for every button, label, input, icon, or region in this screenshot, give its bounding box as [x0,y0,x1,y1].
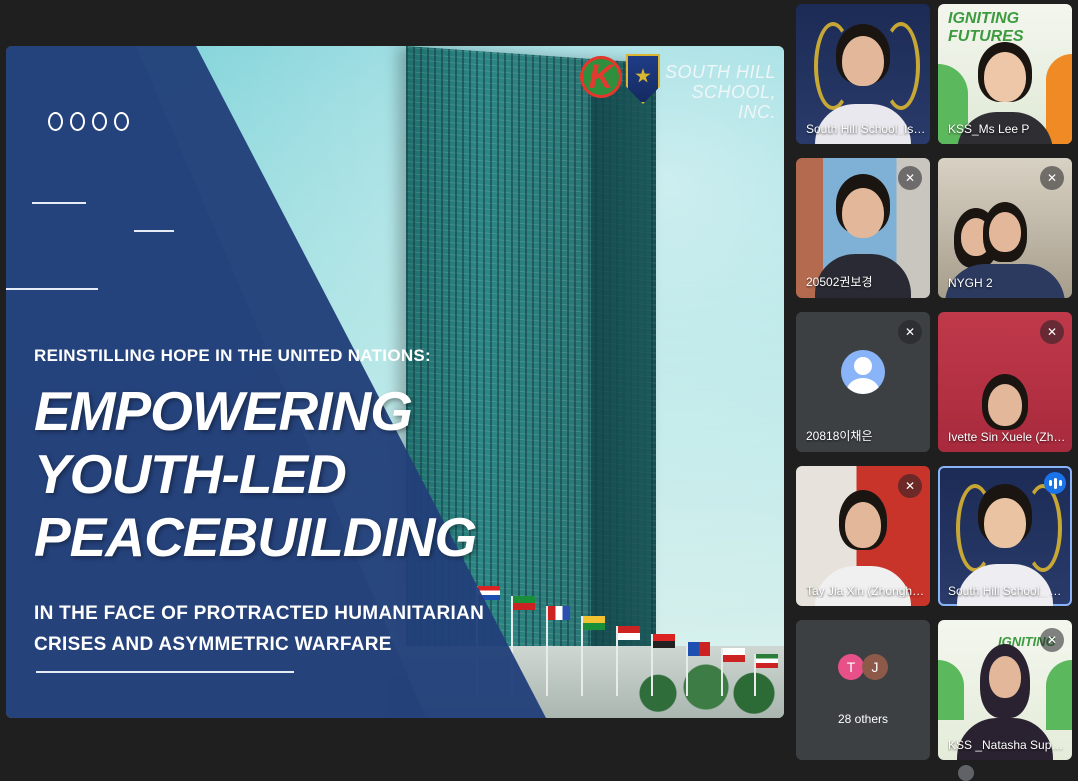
k-logo: K [580,56,622,98]
participant-name: KSS_Ms Lee P [948,122,1030,136]
decorative-leaf [1046,660,1072,730]
mic-off-glyph: ✕ [1046,171,1058,185]
decorative-line [32,202,86,204]
audio-bar [1048,480,1052,486]
mic-off-glyph: ✕ [1046,633,1058,647]
participant-face [842,36,884,86]
dot [114,112,129,131]
slide-headline-2: YOUTH-LED [34,443,347,505]
mic-off-icon: ✕ [1040,628,1064,652]
others-avatar: T [838,654,864,680]
participant-name: South Hill School_ Eri... [948,584,1068,598]
building-shadow [591,86,651,676]
participant-tile[interactable]: South Hill School_Isa... [796,4,930,144]
mic-off-icon: ✕ [1040,320,1064,344]
participant-name: 20502권보경 [806,275,873,289]
decorative-dots [48,112,129,131]
flag [688,642,710,656]
slide-headline-3: PEACEBUILDING [34,506,477,568]
default-avatar-icon [841,350,885,394]
mic-off-glyph: ✕ [1046,325,1058,339]
mic-off-glyph: ✕ [904,171,916,185]
flag [756,654,778,668]
decorative-line [6,288,98,290]
participant-face [988,384,1022,426]
shared-presentation: REINSTILLING HOPE IN THE UNITED NATIONS:… [6,46,784,718]
decorative-leaf [938,660,964,720]
flag [513,596,535,610]
igniting-banner: IGNITING FUTURES [948,10,1024,45]
audio-bar [1053,477,1057,489]
dot [48,112,63,131]
participant-name: 20818이채은 [806,429,873,443]
others-count: 28 others [837,712,889,726]
audio-bar [1058,480,1062,486]
mic-off-glyph: ✕ [904,479,916,493]
mic-off-icon: ✕ [898,166,922,190]
flag [583,616,605,630]
participant-name: NYGH 2 [948,276,993,290]
dot [92,112,107,131]
mic-off-icon: ✕ [1040,166,1064,190]
slide-subtitle-1: IN THE FACE OF PROTRACTED HUMANITARIAN [34,603,485,624]
participant-face [842,188,884,238]
participant-tile[interactable]: ✕ Tay Jia Xin (Zhonghua... [796,466,930,606]
others-avatar: J [862,654,888,680]
decorative-line [134,230,174,232]
participant-tile[interactable]: IGNITING FUTURES KSS_Ms Lee P [938,4,1072,144]
participant-name: KSS _Natasha Supaat [948,738,1068,752]
participant-face [984,498,1026,548]
dot [70,112,85,131]
speaking-indicator-icon [1044,472,1066,494]
slide-subtitle-2: CRISES AND ASYMMETRIC WARFARE [34,634,392,655]
k-logo-letter: K [588,57,614,96]
slide-headline-1: EMPOWERING [34,380,413,442]
participant-tile[interactable]: IGNITING ✕ KSS _Natasha Supaat [938,620,1072,760]
avatar-initial: T [846,659,856,675]
school-name: SOUTH HILL SCHOOL, INC. [661,62,776,122]
participant-name: Tay Jia Xin (Zhonghua... [806,584,926,598]
flag [618,626,640,640]
mic-off-glyph: ✕ [904,325,916,339]
flag [723,648,745,662]
mic-off-icon: ✕ [898,474,922,498]
mic-off-icon: ✕ [898,320,922,344]
others-tile[interactable]: T J 28 others [796,620,930,760]
subtitle-underline [36,671,294,673]
avatar-initial: J [871,659,879,675]
participant-tile[interactable]: ✕ Ivette Sin Xuele (Zhon... [938,312,1072,452]
school-name-line-1: SOUTH HILL [664,62,776,82]
flag [548,606,570,620]
participant-name: Ivette Sin Xuele (Zhon... [948,430,1068,444]
participant-tile[interactable]: South Hill School_ Eri... [938,466,1072,606]
school-name-line-2: SCHOOL, INC. [691,82,776,122]
participant-tile[interactable]: ✕ NYGH 2 [938,158,1072,298]
participant-name: South Hill School_Isa... [806,122,926,136]
participant-tile[interactable]: ✕ 20818이채은 [796,312,930,452]
participant-face [845,502,881,548]
slide-kicker: REINSTILLING HOPE IN THE UNITED NATIONS: [34,346,432,365]
participant-face [989,212,1021,252]
toolbar-icon[interactable] [958,765,974,781]
participant-tile[interactable]: ✕ 20502권보경 [796,158,930,298]
participant-face [989,656,1021,698]
flag [653,634,675,648]
participant-face [984,52,1026,102]
